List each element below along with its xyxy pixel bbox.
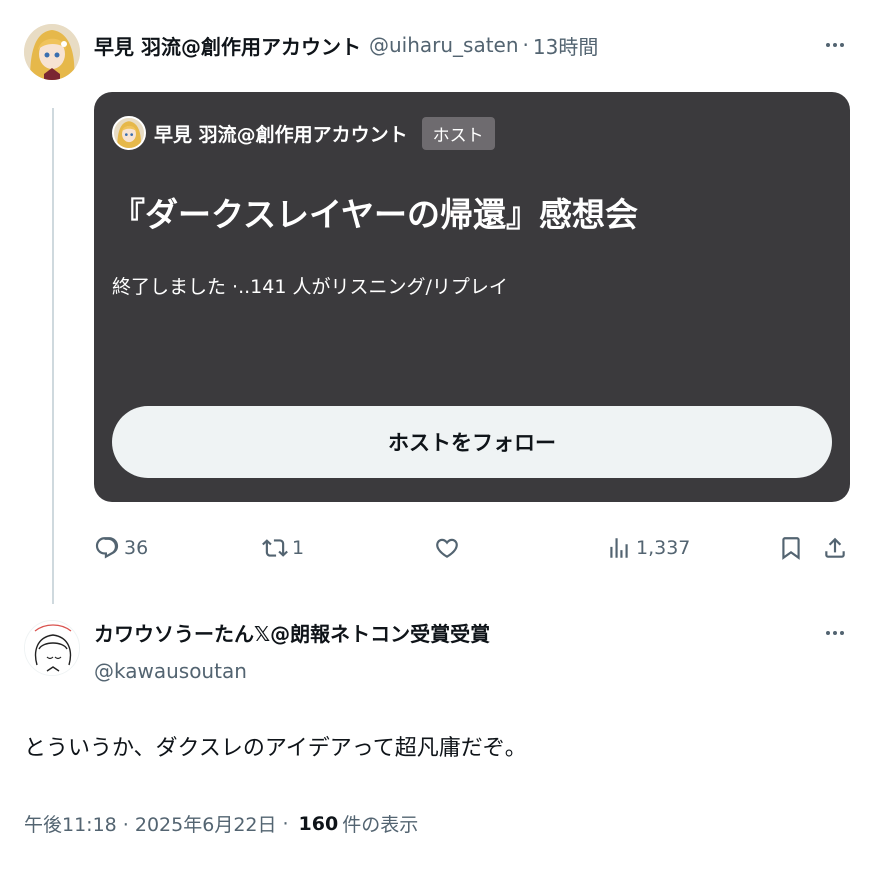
space-status: 終了しました ·..141 人がリスニング/リプレイ [112, 276, 508, 298]
bookmark-icon [782, 537, 800, 560]
reply-button[interactable]: 36 [94, 530, 148, 566]
reply-avatar-image [25, 621, 79, 675]
reply-views-count: 160 [298, 812, 339, 835]
repost-count: 1 [292, 537, 305, 559]
repost-button[interactable]: 1 [262, 530, 304, 566]
reply-user-handle[interactable]: @kawausoutan [94, 659, 490, 683]
views-count: 1,337 [636, 537, 691, 559]
space-title: 『ダークスレイヤーの帰還』感想会 [112, 195, 639, 234]
reply-display-name[interactable]: カワウソうーたん𝕏@朗報ネトコン受賞受賞 [94, 618, 490, 647]
bookmark-button[interactable] [778, 530, 804, 566]
more-icon[interactable] [820, 30, 850, 60]
thread-line [52, 108, 54, 604]
reply-icon [95, 537, 119, 559]
like-button[interactable] [434, 530, 464, 566]
tweet-header: 早見 羽流@創作用アカウント @uiharu_saten · 13時間 [94, 30, 598, 60]
host-badge: ホスト [421, 116, 495, 150]
share-icon [825, 537, 845, 558]
heart-icon [436, 538, 458, 558]
repost-icon [262, 539, 288, 557]
reply-text: とういうか、ダクスレのアイデアって超凡庸だぞ。 [24, 736, 527, 761]
timestamp[interactable]: 13時間 [533, 31, 598, 60]
space-card[interactable]: 早見 羽流@創作用アカウント ホスト 『ダークスレイヤーの帰還』感想会 終了しま… [94, 92, 850, 502]
reply-timestamp[interactable]: 午後11:18 · 2025年6月22日 [24, 810, 277, 837]
action-bar: 36 1 1,337 [94, 530, 854, 566]
analytics-icon [610, 538, 628, 558]
avatar[interactable] [24, 24, 80, 80]
separator: · [522, 33, 529, 57]
views-button[interactable]: 1,337 [606, 530, 690, 566]
host-avatar [112, 116, 146, 150]
reply-header: カワウソうーたん𝕏@朗報ネトコン受賞受賞 @kawausoutan [94, 618, 490, 683]
reply-avatar[interactable] [24, 620, 80, 676]
space-host: 早見 羽流@創作用アカウント ホスト [112, 116, 495, 150]
share-button[interactable] [822, 530, 848, 566]
reply-views-label: 件の表示 [342, 814, 419, 836]
display-name[interactable]: 早見 羽流@創作用アカウント [94, 31, 361, 60]
separator: · [282, 812, 289, 835]
host-name: 早見 羽流@創作用アカウント [154, 123, 408, 146]
avatar-image [24, 24, 80, 80]
follow-host-button[interactable]: ホストをフォロー [112, 406, 832, 478]
reply-count: 36 [124, 537, 149, 559]
reply-meta: 午後11:18 · 2025年6月22日 · 160 件の表示 [24, 810, 418, 837]
more-icon[interactable] [820, 618, 850, 648]
user-handle[interactable]: @uiharu_saten [369, 33, 519, 57]
